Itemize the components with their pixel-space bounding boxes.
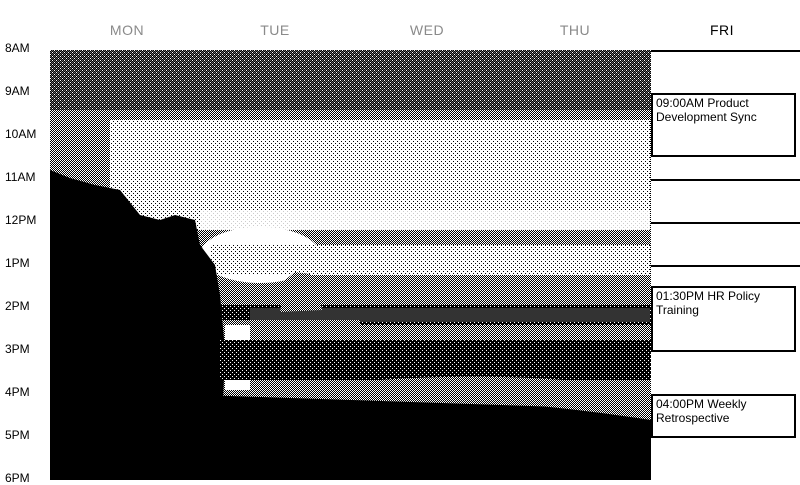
fri-slot-line-2 — [651, 179, 800, 181]
time-label-4pm: 4PM — [5, 385, 30, 399]
background-photo — [50, 50, 651, 480]
day-header-thu[interactable]: THU — [500, 22, 650, 40]
event-product-development-sync[interactable]: 09:00AM Product Development Sync — [651, 93, 796, 157]
day-header-mon[interactable]: MON — [52, 22, 202, 40]
time-label-2pm: 2PM — [5, 299, 30, 313]
time-label-5pm: 5PM — [5, 428, 30, 442]
time-label-3pm: 3PM — [5, 342, 30, 356]
time-label-8am: 8AM — [5, 41, 30, 55]
fri-slot-line-4 — [651, 265, 800, 267]
fri-slot-line-1 — [651, 50, 800, 52]
time-label-9am: 9AM — [5, 84, 30, 98]
time-label-12pm: 12PM — [5, 213, 37, 227]
time-label-1pm: 1PM — [5, 256, 30, 270]
event-weekly-retrospective[interactable]: 04:00PM Weekly Retrospective — [651, 394, 796, 438]
event-hr-policy-training[interactable]: 01:30PM HR Policy Training — [651, 286, 796, 352]
time-label-6pm: 6PM — [5, 471, 30, 485]
day-header-wed[interactable]: WED — [352, 22, 502, 40]
fri-slot-line-3 — [651, 222, 800, 224]
time-label-11am: 11AM — [5, 170, 36, 184]
day-header-fri[interactable]: FRI — [647, 22, 797, 40]
time-label-10am: 10AM — [5, 127, 37, 141]
day-header-tue[interactable]: TUE — [200, 22, 350, 40]
